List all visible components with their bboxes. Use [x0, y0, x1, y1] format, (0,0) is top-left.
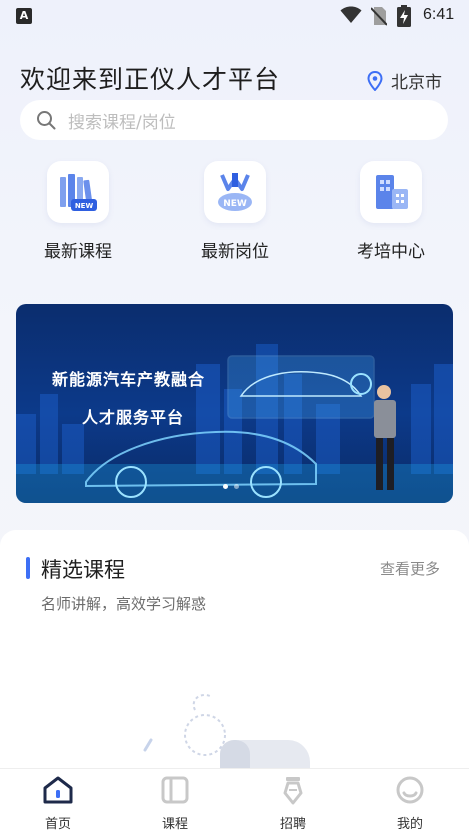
- section-accent-bar: [26, 557, 30, 579]
- app-notification-icon: A: [16, 8, 32, 24]
- tab-label: 课程: [161, 817, 188, 832]
- search-input[interactable]: 搜索课程/岗位: [20, 100, 448, 140]
- location-label: 北京市: [391, 73, 442, 93]
- quick-entry-label: 最新岗位: [201, 242, 269, 262]
- view-more-link[interactable]: 查看更多: [380, 558, 440, 579]
- promo-banner[interactable]: 新能源汽车产教融合 人才服务平台: [16, 304, 453, 503]
- svg-text:NEW: NEW: [75, 202, 94, 210]
- new-jobs-icon: NEW: [218, 173, 252, 211]
- location-selector[interactable]: 北京市: [367, 68, 442, 93]
- no-sim-icon: [371, 7, 387, 26]
- search-placeholder: 搜索课程/岗位: [68, 112, 176, 133]
- home-icon: [43, 776, 73, 804]
- pagination-dot[interactable]: [223, 484, 228, 489]
- tab-home[interactable]: 首页: [18, 775, 98, 832]
- bottom-tab-bar: 首页 课程 招聘 我的: [0, 768, 469, 834]
- new-courses-icon: NEW: [60, 174, 97, 211]
- quick-entry-new-jobs[interactable]: NEW 最新岗位: [175, 161, 295, 262]
- tab-profile[interactable]: 我的: [370, 775, 450, 832]
- banner-subheadline: 人才服务平台: [82, 408, 185, 427]
- search-icon: [37, 111, 56, 130]
- svg-text:NEW: NEW: [223, 199, 247, 209]
- clock: 6:41: [423, 6, 455, 23]
- quick-entries: NEW 最新课程 NEW 最新岗位 考培中心: [0, 161, 469, 271]
- section-title: 精选课程: [41, 558, 125, 582]
- tab-label: 招聘: [279, 817, 306, 832]
- quick-entry-label: 最新课程: [44, 242, 112, 262]
- status-bar: A 6:41: [0, 0, 469, 32]
- section-subtitle: 名师讲解，高效学习解惑: [41, 595, 207, 613]
- profile-icon: [396, 776, 424, 804]
- tab-course[interactable]: 课程: [135, 775, 215, 832]
- recruit-icon: [283, 777, 303, 805]
- banner-pagination: [223, 484, 239, 489]
- quick-entry-label: 考培中心: [357, 242, 425, 262]
- tab-label: 首页: [44, 817, 71, 832]
- wifi-icon: [340, 6, 362, 23]
- banner-headline: 新能源汽车产教融合: [52, 370, 206, 389]
- course-icon: [161, 776, 189, 804]
- page-title: 欢迎来到正仪人才平台: [20, 65, 281, 94]
- quick-entry-new-courses[interactable]: NEW 最新课程: [18, 161, 138, 262]
- battery-charging-icon: [397, 5, 411, 27]
- location-pin-icon: [367, 70, 383, 91]
- featured-courses-section: 精选课程 查看更多 名师讲解，高效学习解惑: [0, 530, 469, 790]
- tab-label: 我的: [396, 817, 423, 832]
- tab-recruit[interactable]: 招聘: [253, 775, 333, 832]
- exam-training-center-icon: [376, 175, 408, 209]
- pagination-dot[interactable]: [234, 484, 239, 489]
- quick-entry-exam-training[interactable]: 考培中心: [331, 161, 451, 262]
